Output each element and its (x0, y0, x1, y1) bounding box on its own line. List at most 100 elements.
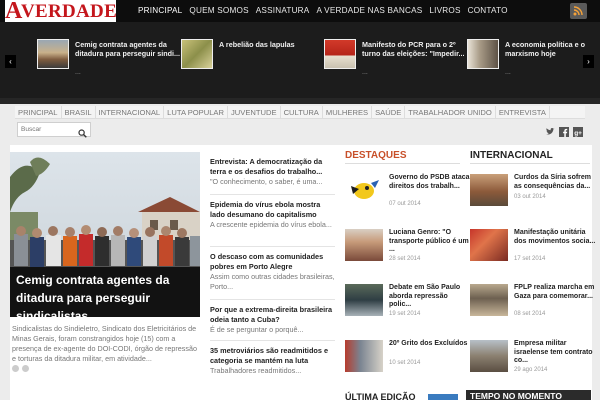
destaques-thumbnail (345, 340, 383, 372)
slider-dot[interactable] (22, 365, 29, 372)
category-saude[interactable]: SAÚDE (372, 106, 406, 118)
destaques-item-title[interactable]: Debate em São Paulo aborda repressão pol… (389, 284, 471, 310)
carousel-item[interactable]: Manifesto do PCR para o 2º turno das ele… (324, 39, 464, 79)
category-nav: PRINCIPAL BRASIL INTERNACIONAL LUTA POPU… (15, 106, 585, 119)
destaques-item-date: 28 set 2014 (389, 256, 421, 262)
category-juventude[interactable]: JUVENTUDE (228, 106, 281, 118)
list-item-excerpt: Assim como outras cidades brasileiras, P… (210, 272, 335, 291)
carousel-item-more: ... (75, 69, 81, 76)
category-luta-popular[interactable]: LUTA POPULAR (164, 106, 228, 118)
internacional-item[interactable]: FPLP realiza marcha em Gaza para comemor… (470, 284, 594, 322)
internacional-item-title[interactable]: Manifestação unitária dos movimentos soc… (514, 229, 596, 246)
list-item-excerpt: É de se perguntar o porquê... (210, 325, 304, 334)
internacional-item-title[interactable]: Curdos da Síria sofrem as consequências … (514, 174, 596, 191)
list-item-title[interactable]: Entrevista: A democratização da terra e … (210, 157, 335, 176)
list-item-excerpt: Trabalhadores readmitidos... (210, 366, 302, 375)
news-carousel: ‹ › Cemig contrata agentes da ditadura p… (0, 22, 600, 98)
list-item-excerpt: A crescente epidemia do vírus ebola... (210, 220, 332, 229)
carousel-item-title: A rebelião das lapulas (219, 40, 295, 49)
top-bar: A VERDADE PRINCIPAL QUEM SOMOS ASSINATUR… (0, 0, 600, 24)
destaques-thumbnail (345, 284, 383, 316)
svg-text:g+: g+ (574, 130, 582, 137)
facebook-icon[interactable] (559, 124, 569, 137)
list-item-title[interactable]: Epidemia do vírus ebola mostra lado desu… (210, 200, 335, 219)
destaques-item[interactable]: Luciana Genro: "O transporte público é u… (345, 229, 469, 267)
internacional-item-date: 17 set 2014 (514, 256, 546, 262)
category-internacional[interactable]: INTERNACIONAL (96, 106, 165, 118)
internacional-item[interactable]: Manifestação unitária dos movimentos soc… (470, 229, 595, 267)
carousel-item-more: ... (362, 69, 368, 76)
internacional-thumbnail (470, 174, 508, 206)
nav-item-bancas[interactable]: A VERDADE NAS BANCAS (316, 0, 422, 22)
carousel-prev-button[interactable]: ‹ (5, 55, 16, 68)
list-item-title[interactable]: Por que a extrema-direita brasileira ode… (210, 305, 335, 324)
edition-badge[interactable] (428, 394, 458, 400)
internacional-thumbnail (470, 340, 508, 372)
destaques-thumbnail (345, 174, 383, 206)
featured-title-overlay[interactable]: Cemig contrata agentes da ditadura para … (10, 267, 200, 323)
internacional-item-title[interactable]: FPLP realiza marcha em Gaza para comemor… (514, 284, 596, 301)
list-item-title[interactable]: 35 metroviários são readmitidos e catego… (210, 346, 335, 365)
internacional-item-date: 03 out 2014 (514, 194, 546, 200)
google-plus-icon[interactable]: g+ (573, 124, 583, 137)
site-logo[interactable]: A VERDADE (5, 0, 117, 24)
list-item-title[interactable]: O descaso com as comunidades pobres em P… (210, 252, 335, 271)
destaques-item-title[interactable]: 20º Grito dos Excluídos (389, 340, 471, 349)
category-mulheres[interactable]: MULHERES (323, 106, 373, 118)
search-input[interactable] (21, 124, 73, 135)
nav-item-quem-somos[interactable]: QUEM SOMOS (189, 0, 248, 22)
featured-title[interactable]: Cemig contrata agentes da ditadura para … (16, 273, 169, 323)
weather-header: TEMPO NO MOMENTO (466, 390, 591, 400)
weather-header-label: TEMPO NO MOMENTO (470, 391, 562, 400)
destaques-item[interactable]: Governo do PSDB ataca direitos dos traba… (345, 174, 470, 212)
list-item[interactable]: O descaso com as comunidades pobres em P… (210, 252, 335, 292)
destaques-item-title[interactable]: Governo do PSDB ataca direitos dos traba… (389, 174, 471, 191)
destaques-header: DESTAQUES (345, 150, 407, 161)
nav-item-assinatura[interactable]: ASSINATURA (256, 0, 310, 22)
internacional-header: INTERNACIONAL (470, 150, 553, 161)
main-nav: PRINCIPAL QUEM SOMOS ASSINATURA A VERDAD… (138, 0, 515, 22)
nav-item-principal[interactable]: PRINCIPAL (138, 0, 182, 22)
destaques-item[interactable]: 20º Grito dos Excluídos 10 set 2014 (345, 340, 467, 378)
category-cultura[interactable]: CULTURA (281, 106, 323, 118)
list-item[interactable]: Epidemia do vírus ebola mostra lado desu… (210, 200, 335, 230)
divider (210, 340, 335, 341)
category-brasil[interactable]: BRASIL (62, 106, 96, 118)
divider (210, 194, 335, 195)
internacional-item[interactable]: Empresa militar israelense tem contrato … (470, 340, 593, 378)
internacional-item[interactable]: Curdos da Síria sofrem as consequências … (470, 174, 592, 212)
carousel-item[interactable]: A rebelião das lapulas (181, 39, 321, 79)
carousel-item-title: A economia política e o marxismo hoje (505, 40, 586, 58)
list-item[interactable]: Por que a extrema-direita brasileira ode… (210, 305, 335, 335)
carousel-thumbnail (324, 39, 356, 69)
list-item[interactable]: 35 metroviários são readmitidos e catego… (210, 346, 335, 376)
rss-icon[interactable] (570, 3, 587, 19)
carousel-item[interactable]: Cemig contrata agentes da ditadura para … (37, 39, 180, 79)
destaques-item-date: 19 set 2014 (389, 311, 421, 317)
internacional-item-title[interactable]: Empresa militar israelense tem contrato … (514, 340, 596, 366)
internacional-thumbnail (470, 229, 508, 261)
twitter-icon[interactable] (545, 124, 555, 135)
logo-initial: A (5, 0, 23, 24)
search-box (17, 122, 91, 138)
carousel-item[interactable]: A economia política e o marxismo hoje ..… (467, 39, 600, 79)
destaques-item-date: 07 out 2014 (389, 201, 421, 207)
category-trabalhador-unido[interactable]: TRABALHADOR UNIDO (405, 106, 496, 118)
destaques-item[interactable]: Debate em São Paulo aborda repressão pol… (345, 284, 467, 322)
slider-dot[interactable] (12, 365, 19, 372)
destaques-item-date: 10 set 2014 (389, 360, 421, 366)
list-item[interactable]: Entrevista: A democratização da terra e … (210, 157, 335, 187)
category-principal[interactable]: PRINCIPAL (15, 106, 62, 118)
list-item-excerpt: "O conhecimento, o saber, é uma... (210, 177, 323, 186)
category-entrevista[interactable]: ENTREVISTA (496, 106, 550, 118)
destaques-thumbnail (345, 229, 383, 261)
search-icon[interactable] (78, 125, 87, 143)
internacional-thumbnail (470, 284, 508, 316)
featured-excerpt: Sindicalistas do Sindieletro, Sindicato … (12, 324, 197, 363)
divider (210, 246, 335, 247)
nav-item-livros[interactable]: LIVROS (429, 0, 460, 22)
nav-item-contato[interactable]: CONTATO (468, 0, 508, 22)
ultima-edicao-header: ÚLTIMA EDIÇÃO (345, 392, 416, 400)
destaques-item-title[interactable]: Luciana Genro: "O transporte público é u… (389, 229, 471, 255)
carousel-thumbnail (181, 39, 213, 69)
